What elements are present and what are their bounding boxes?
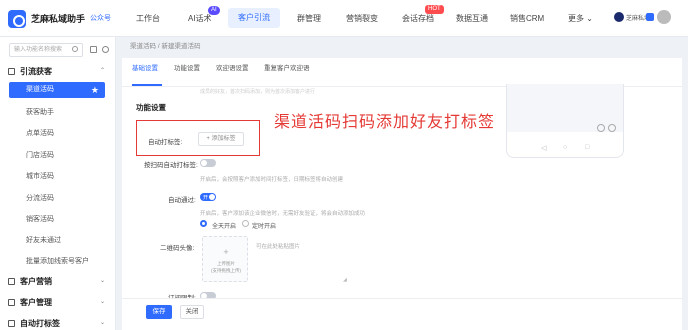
radio-all-day-label: 全天开启 <box>212 224 237 230</box>
sidebar-item-batch-add[interactable]: 批量添加线索号客户 <box>26 256 89 266</box>
sidebar-group-marketing[interactable]: 客户营销 <box>8 276 52 287</box>
sidebar-item-city-code[interactable]: 城市活码 <box>26 171 54 181</box>
qr-avatar-label: 二维码头像: <box>160 245 195 252</box>
sidebar-item-acquisition-assistant[interactable]: 获客助手 <box>26 107 54 117</box>
account-type-link[interactable]: 公众号 <box>90 13 111 23</box>
phone-home-icon: ○ <box>563 144 568 151</box>
scan-tag-label: 按扫码自动打标签: <box>144 162 198 169</box>
top-navigation: 芝麻私域助手 公众号 工作台 AI话术 AI 客户引流 群管理 营销裂变 会话存… <box>0 0 688 37</box>
nav-item-more[interactable]: 更多 ⌄ <box>568 13 593 24</box>
chevron-down-icon[interactable]: ⌄ <box>100 277 105 284</box>
sidebar-group-auto-tag[interactable]: 自动打标签 <box>8 318 60 329</box>
breadcrumb: 渠道活码 / 新建渠道活码 <box>130 40 200 50</box>
wecom-icon <box>646 13 654 21</box>
star-icon[interactable]: ★ <box>91 82 99 98</box>
breadcrumb-separator: / <box>157 43 160 50</box>
nav-item-customer-acquisition[interactable]: 客户引流 <box>228 8 280 28</box>
sidebar-item-channel-code[interactable]: 渠道活码 ★ <box>9 82 105 98</box>
nav-item-ai-script[interactable]: AI话术 <box>188 13 212 24</box>
settings-icon[interactable] <box>102 46 109 53</box>
scan-tag-hint: 开启后，会按照客户添加时间打标签，日期标签将自动创建 <box>200 177 344 183</box>
chevron-down-icon[interactable]: ⌄ <box>100 319 105 326</box>
breadcrumb-parent[interactable]: 渠道活码 <box>130 43 156 50</box>
sidebar-group-customer-management[interactable]: 客户管理 <box>8 297 52 308</box>
user-avatar[interactable] <box>657 10 671 24</box>
phone-back-icon: ◁ <box>541 145 547 152</box>
faded-description: 成员的好友，首次扫码添加，则为首次添加客户进行 <box>200 89 316 95</box>
scan-tag-toggle[interactable] <box>200 159 216 167</box>
bottom-action-bar: 保存 关闭 <box>122 298 682 330</box>
radio-scheduled[interactable] <box>242 220 249 227</box>
app-name: 芝麻私域助手 <box>31 14 86 24</box>
annotation-text: 渠道活码扫码添加好友打标签 <box>274 112 496 131</box>
section-title: 功能设置 <box>136 103 166 112</box>
phone-recent-icon: □ <box>585 144 590 151</box>
close-button[interactable]: 关闭 <box>180 305 204 319</box>
auto-pass-hint: 开启后，客户添加该企业微信时，无需好友验证，将会自动添加成功 <box>200 211 366 217</box>
nav-item-sales-crm[interactable]: 销售CRM <box>510 13 544 24</box>
auto-pass-toggle[interactable]: 开 <box>200 193 216 201</box>
tab-basic-settings[interactable]: 基础设置 <box>132 62 158 72</box>
ai-badge: AI <box>208 6 220 15</box>
sidebar-item-sales-code[interactable]: 销客活码 <box>26 214 54 224</box>
search-icon[interactable] <box>72 46 78 52</box>
upload-title: 上传图片 <box>217 261 235 266</box>
nav-item-group-management[interactable]: 群管理 <box>297 13 321 24</box>
upload-subtitle: (支持拖拽上传) <box>211 268 241 273</box>
nav-item-marketing-fission[interactable]: 营销裂变 <box>346 13 378 24</box>
sidebar-item-friend-not-passed[interactable]: 好友未通过 <box>26 235 61 245</box>
user-menu[interactable]: 芝麻私域 <box>614 10 674 26</box>
sidebar-group-acquisition[interactable]: 引流获客 <box>8 66 52 77</box>
radio-scheduled-label: 定时开启 <box>252 224 277 230</box>
nav-item-workbench[interactable]: 工作台 <box>136 13 160 24</box>
tab-function-settings[interactable]: 功能设置 <box>174 62 200 72</box>
sidebar-item-split-code[interactable]: 分流活码 <box>26 193 54 203</box>
sidebar-item-order-code[interactable]: 点单活码 <box>26 128 54 138</box>
phone-icon-1 <box>597 124 605 132</box>
app-logo-icon <box>8 10 26 28</box>
resize-handle-icon[interactable]: ◢ <box>343 277 347 283</box>
user-icon <box>8 299 15 306</box>
toggle-on-text: 开 <box>203 195 209 201</box>
tab-repeat-welcome[interactable]: 重复客户欢迎语 <box>264 62 310 72</box>
sidebar-item-store-code[interactable]: 门店活码 <box>26 150 54 160</box>
auto-pass-label: 自动通过: <box>168 197 196 204</box>
tag-icon <box>8 320 15 327</box>
nav-item-chat-archive[interactable]: 会话存档 <box>402 13 434 24</box>
sidebar: 输入功能名称搜索 引流获客 ⌃ 渠道活码 ★ 获客助手 点单活码 门店活码 城市… <box>0 37 116 330</box>
nav-item-data-sync[interactable]: 数据互通 <box>456 13 488 24</box>
people-icon <box>8 68 15 75</box>
hot-badge: HOT <box>425 5 444 14</box>
radio-all-day[interactable] <box>200 220 207 227</box>
org-avatar-icon <box>614 12 624 22</box>
breadcrumb-current: 新建渠道活码 <box>161 43 201 50</box>
phone-icon-2 <box>608 124 616 132</box>
chevron-up-icon[interactable]: ⌃ <box>100 67 105 74</box>
save-button[interactable]: 保存 <box>146 305 172 319</box>
main-panel: 基础设置 功能设置 欢迎语设置 重复客户欢迎语 成员的好友，首次扫码添加，则为首… <box>122 58 682 330</box>
image-upload-area[interactable]: + 上传图片 (支持拖拽上传) <box>202 236 248 282</box>
tab-welcome-settings[interactable]: 欢迎语设置 <box>216 62 249 72</box>
phone-screen <box>507 84 623 132</box>
chevron-down-icon[interactable]: ⌄ <box>100 298 105 305</box>
upload-paste-hint: 可在此处粘贴图片 <box>256 244 301 250</box>
calendar-icon <box>8 278 15 285</box>
highlight-box <box>136 120 260 156</box>
phone-preview: ◁ ○ □ <box>506 84 624 158</box>
layout-icon[interactable] <box>90 46 97 53</box>
plus-icon: + <box>223 247 229 257</box>
